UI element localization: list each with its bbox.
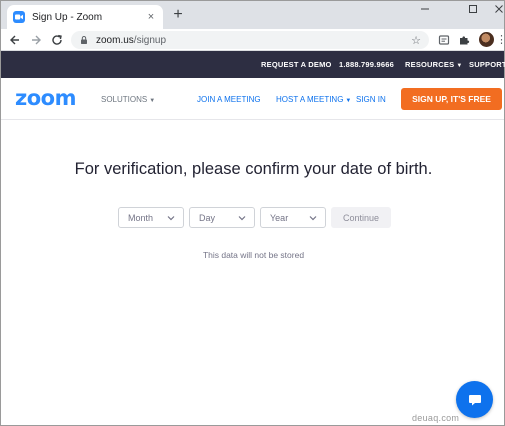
maximize-icon[interactable] [459, 1, 487, 17]
chevron-down-icon: ▼ [456, 63, 463, 69]
window-close-icon[interactable] [485, 1, 505, 17]
minimize-icon[interactable] [411, 1, 439, 17]
star-icon[interactable]: ☆ [411, 34, 421, 47]
chat-icon [468, 394, 481, 405]
address-bar[interactable]: zoom.us/signup ☆ [71, 31, 429, 49]
browser-tab[interactable]: Sign Up - Zoom × [7, 5, 163, 29]
watermark-text: deuaq.com [412, 413, 460, 423]
support-link[interactable]: SUPPORT [469, 60, 505, 69]
reload-icon[interactable] [49, 32, 65, 48]
sign-in-link[interactable]: SIGN IN [356, 95, 386, 104]
browser-toolbar: zoom.us/signup ☆ ⋮ [1, 29, 505, 51]
zoom-logo[interactable]: zoom [15, 86, 76, 110]
url-path: /signup [133, 34, 167, 46]
zoom-top-strip: REQUEST A DEMO 1.888.799.9666 RESOURCES ▼… [1, 51, 505, 78]
host-meeting-label: HOST A MEETING [276, 95, 344, 104]
back-arrow-icon[interactable] [7, 32, 23, 48]
chevron-down-icon [309, 215, 317, 220]
join-meeting-link[interactable]: JOIN A MEETING [197, 95, 261, 104]
chat-button[interactable] [456, 381, 493, 418]
privacy-note: This data will not be stored [202, 250, 305, 260]
profile-avatar[interactable] [479, 32, 494, 47]
day-select[interactable]: Day [189, 207, 255, 228]
day-select-label: Day [199, 212, 216, 223]
resources-menu[interactable]: RESOURCES ▼ [405, 60, 462, 69]
extension-icon[interactable] [436, 32, 452, 48]
chevron-down-icon [238, 215, 246, 220]
host-meeting-menu[interactable]: HOST A MEETING ▼ [276, 95, 351, 104]
resources-label: RESOURCES [405, 60, 455, 69]
chevron-down-icon [167, 215, 175, 220]
tab-title: Sign Up - Zoom [32, 11, 103, 23]
month-select-label: Month [128, 212, 154, 223]
forward-arrow-icon[interactable] [28, 32, 44, 48]
main-nav: zoom SOLUTIONS ▼ JOIN A MEETING HOST A ME… [1, 78, 504, 120]
chevron-down-icon: ▼ [345, 98, 352, 104]
month-select[interactable]: Month [118, 207, 184, 228]
year-select[interactable]: Year [260, 207, 326, 228]
solutions-label: SOLUTIONS [101, 95, 148, 104]
new-tab-button[interactable]: + [169, 6, 187, 24]
continue-button[interactable]: Continue [331, 207, 391, 228]
solutions-menu[interactable]: SOLUTIONS ▼ [101, 95, 155, 104]
url-domain: zoom.us [96, 34, 134, 46]
sign-up-button[interactable]: SIGN UP, IT'S FREE [401, 88, 502, 110]
request-demo-link[interactable]: REQUEST A DEMO [261, 60, 332, 69]
page-title: For verification, please confirm your da… [74, 160, 433, 178]
zoom-favicon-icon [13, 11, 25, 23]
browser-menu-icon[interactable]: ⋮ [496, 32, 505, 48]
phone-link[interactable]: 1.888.799.9666 [339, 60, 394, 69]
year-select-label: Year [270, 212, 289, 223]
puzzle-icon[interactable] [456, 32, 472, 48]
url-text: zoom.us/signup [96, 35, 411, 46]
chevron-down-icon: ▼ [149, 98, 156, 104]
tab-close-icon[interactable]: × [145, 11, 157, 23]
browser-titlebar: Sign Up - Zoom × + [1, 1, 504, 29]
lock-icon [81, 36, 87, 44]
